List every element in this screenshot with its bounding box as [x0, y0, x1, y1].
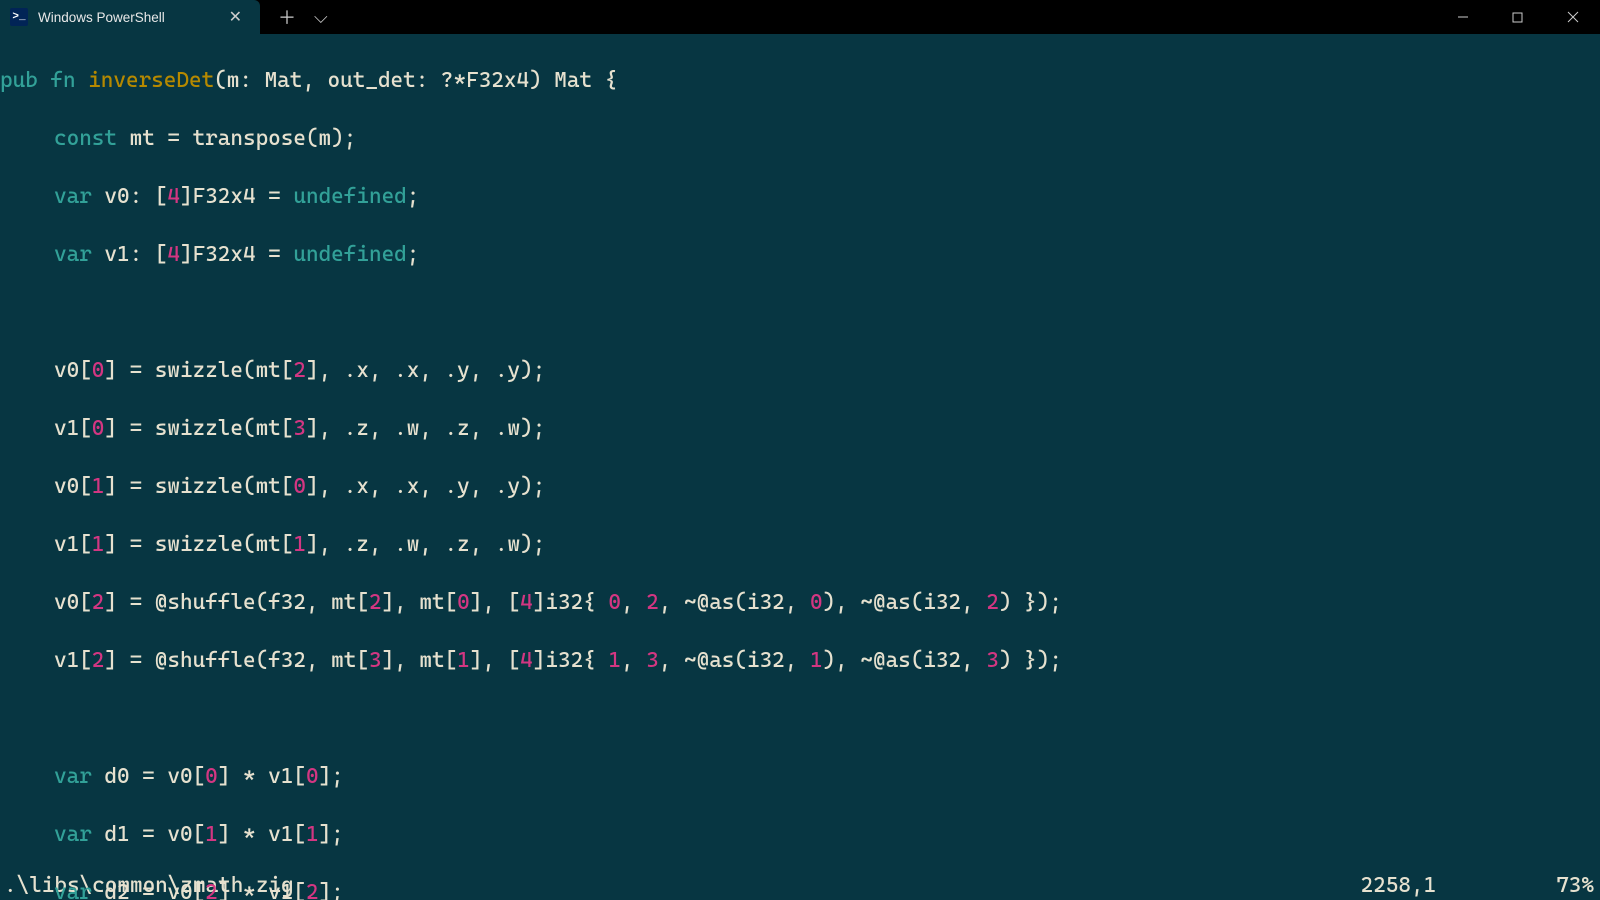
tab-title: Windows PowerShell: [38, 10, 215, 25]
tab-close-button[interactable]: ✕: [225, 7, 246, 27]
window-minimize-button[interactable]: [1435, 0, 1490, 34]
window-close-button[interactable]: [1545, 0, 1600, 34]
code-line: v0[1] = swizzle(mt[0], .x, .x, .y, .y);: [0, 472, 1600, 501]
new-tab-button[interactable]: ＋: [278, 4, 296, 30]
code-line: var v0: [4]F32x4 = undefined;: [0, 182, 1600, 211]
code-line: v1[2] = @shuffle(f32, mt[3], mt[1], [4]i…: [0, 646, 1600, 675]
code-line: var v1: [4]F32x4 = undefined;: [0, 240, 1600, 269]
code-line: [0, 298, 1600, 327]
window-controls: [1435, 0, 1600, 34]
window-maximize-button[interactable]: [1490, 0, 1545, 34]
terminal-tab[interactable]: >_ Windows PowerShell ✕: [0, 0, 260, 34]
code-line: pub fn inverseDet(m: Mat, out_det: ?*F32…: [0, 66, 1600, 95]
code-line: v0[2] = @shuffle(f32, mt[2], mt[0], [4]i…: [0, 588, 1600, 617]
window-titlebar: >_ Windows PowerShell ✕ ＋ ⌵: [0, 0, 1600, 34]
code-line: v1[0] = swizzle(mt[3], .z, .w, .z, .w);: [0, 414, 1600, 443]
code-line: v0[0] = swizzle(mt[2], .x, .x, .y, .y);: [0, 356, 1600, 385]
code-line: [0, 704, 1600, 733]
code-line: const mt = transpose(m);: [0, 124, 1600, 153]
tab-dropdown-button[interactable]: ⌵: [314, 7, 328, 28]
powershell-icon: >_: [10, 8, 28, 26]
code-line: var d0 = v0[0] * v1[0];: [0, 762, 1600, 791]
tab-strip-controls: ＋ ⌵: [260, 0, 328, 34]
code-line: var d1 = v0[1] * v1[1];: [0, 820, 1600, 849]
code-line: v1[1] = swizzle(mt[1], .z, .w, .z, .w);: [0, 530, 1600, 559]
code-line: var d2 = v0[2] * v1[2];: [0, 878, 1600, 900]
editor-viewport[interactable]: pub fn inverseDet(m: Mat, out_det: ?*F32…: [0, 34, 1600, 870]
